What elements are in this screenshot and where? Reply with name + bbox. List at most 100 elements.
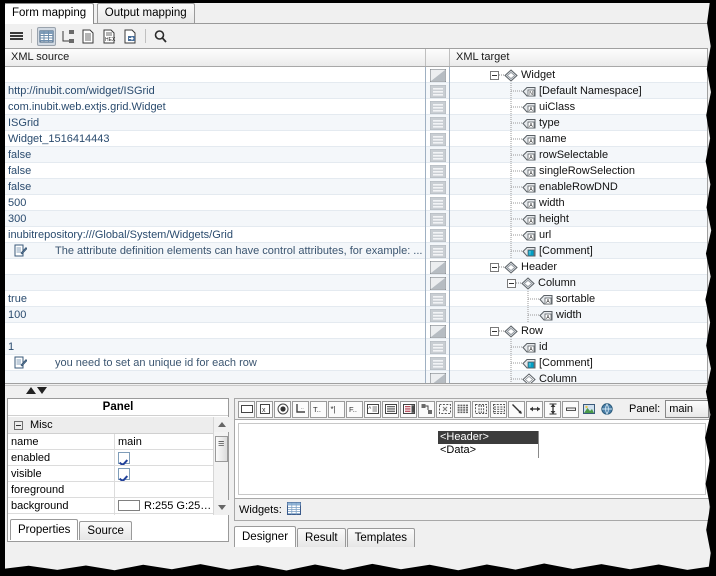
- source-cell[interactable]: false: [5, 179, 426, 195]
- mapping-marker-cell[interactable]: [426, 227, 450, 243]
- column-header-xml-target[interactable]: XML target: [450, 49, 707, 66]
- canvas-item[interactable]: <Header>: [438, 431, 538, 444]
- mapping-marker-cell[interactable]: [426, 275, 450, 291]
- mapping-marker-cell[interactable]: [426, 83, 450, 99]
- source-cell[interactable]: 100: [5, 307, 426, 323]
- property-row[interactable]: foreground: [8, 482, 214, 498]
- grid-row[interactable]: you need to set an unique id for each ro…: [5, 355, 707, 371]
- source-cell[interactable]: 500: [5, 195, 426, 211]
- grid-row[interactable]: ISGrid Atype: [5, 115, 707, 131]
- mapping-marker-cell[interactable]: [426, 371, 450, 383]
- rectangle-icon[interactable]: [238, 401, 255, 418]
- designer-tab-designer[interactable]: Designer: [234, 526, 296, 547]
- scroll-down-button[interactable]: [214, 500, 229, 515]
- source-cell[interactable]: Widget_1516414443: [5, 131, 426, 147]
- menu-icon[interactable]: [7, 27, 26, 46]
- target-cell[interactable]: Header: [450, 259, 707, 275]
- source-cell[interactable]: [5, 259, 426, 275]
- target-cell[interactable]: ![Comment]: [450, 243, 707, 259]
- target-cell[interactable]: Aheight: [450, 211, 707, 227]
- grid-row[interactable]: Widget: [5, 67, 707, 83]
- grid-row[interactable]: Column: [5, 275, 707, 291]
- mapping-marker-cell[interactable]: [426, 67, 450, 83]
- tab-form-mapping[interactable]: Form mapping: [4, 3, 94, 24]
- target-cell[interactable]: Aname: [450, 131, 707, 147]
- tree-collapse-icon[interactable]: [490, 263, 499, 272]
- properties-tab-properties[interactable]: Properties: [10, 519, 78, 540]
- columns-icon[interactable]: [472, 401, 489, 418]
- property-group-misc[interactable]: Misc: [8, 417, 214, 434]
- source-cell[interactable]: com.inubit.web.extjs.grid.Widget: [5, 99, 426, 115]
- source-cell[interactable]: you need to set an unique id for each ro…: [5, 355, 426, 371]
- label-list-icon[interactable]: A: [364, 401, 381, 418]
- target-cell[interactable]: ArowSelectable: [450, 147, 707, 163]
- select-region-icon[interactable]: [436, 401, 453, 418]
- designer-canvas-inner[interactable]: <Header><Data>: [238, 423, 706, 495]
- import-document-icon[interactable]: [121, 27, 140, 46]
- source-cell[interactable]: false: [5, 147, 426, 163]
- mapping-marker-cell[interactable]: [426, 179, 450, 195]
- mapping-marker-cell[interactable]: [426, 307, 450, 323]
- grid-row[interactable]: trueAsortable: [5, 291, 707, 307]
- globe-icon[interactable]: [598, 401, 615, 418]
- target-cell[interactable]: AuiClass: [450, 99, 707, 115]
- panel-selector-combo[interactable]: main: [665, 400, 709, 418]
- grid-row[interactable]: 300Aheight: [5, 211, 707, 227]
- mapping-marker-cell[interactable]: [426, 195, 450, 211]
- tree-collapse-icon[interactable]: [490, 71, 499, 80]
- text-field-icon[interactable]: T..: [310, 401, 327, 418]
- property-value[interactable]: [115, 450, 214, 465]
- target-cell[interactable]: Widget: [450, 67, 707, 83]
- checkbox-checked-icon[interactable]: [118, 452, 130, 464]
- mapping-marker-cell[interactable]: [426, 339, 450, 355]
- property-value[interactable]: [115, 482, 214, 497]
- property-row[interactable]: backgroundR:255 G:25…: [8, 498, 214, 514]
- source-cell[interactable]: false: [5, 163, 426, 179]
- mapping-marker-cell[interactable]: [426, 243, 450, 259]
- search-icon[interactable]: [151, 27, 170, 46]
- grid-row[interactable]: false ArowSelectable: [5, 147, 707, 163]
- flow-icon[interactable]: [418, 401, 435, 418]
- grid-row[interactable]: false AenableRowDND: [5, 179, 707, 195]
- image-icon[interactable]: [580, 401, 597, 418]
- table-icon[interactable]: [400, 401, 417, 418]
- table-view-icon[interactable]: [37, 27, 56, 46]
- mapping-marker-cell[interactable]: [426, 323, 450, 339]
- target-cell[interactable]: ![Comment]: [450, 355, 707, 371]
- grid-widget-icon[interactable]: [287, 502, 301, 518]
- source-cell[interactable]: true: [5, 291, 426, 307]
- splitter-grip[interactable]: [26, 387, 47, 394]
- target-cell[interactable]: AenableRowDND: [450, 179, 707, 195]
- vertical-resize-icon[interactable]: [544, 401, 561, 418]
- horizontal-resize-icon[interactable]: [526, 401, 543, 418]
- collapse-up-icon[interactable]: [26, 387, 36, 394]
- corner-icon[interactable]: ..: [292, 401, 309, 418]
- property-value[interactable]: R:255 G:25…: [115, 498, 214, 513]
- textarea-icon[interactable]: [382, 401, 399, 418]
- property-row[interactable]: visible: [8, 466, 214, 482]
- hex-document-icon[interactable]: HEX: [100, 27, 119, 46]
- grid-row[interactable]: http://inubit.com/widget/ISGridN[Default…: [5, 83, 707, 99]
- rows-icon[interactable]: [490, 401, 507, 418]
- mapping-marker-cell[interactable]: [426, 115, 450, 131]
- mapping-marker-cell[interactable]: [426, 259, 450, 275]
- source-cell[interactable]: ISGrid: [5, 115, 426, 131]
- target-cell[interactable]: Atype: [450, 115, 707, 131]
- property-row[interactable]: namemain: [8, 434, 214, 450]
- grid-dense-icon[interactable]: [454, 401, 471, 418]
- source-cell[interactable]: inubitrepository:///Global/System/Widget…: [5, 227, 426, 243]
- grid-row[interactable]: Widget_1516414443 Aname: [5, 131, 707, 147]
- target-cell[interactable]: Column: [450, 275, 707, 291]
- target-cell[interactable]: Column: [450, 371, 707, 383]
- formula-field-icon[interactable]: F..: [346, 401, 363, 418]
- source-cell[interactable]: [5, 275, 426, 291]
- mapping-marker-cell[interactable]: [426, 163, 450, 179]
- grid-row[interactable]: falseAsingleRowSelection: [5, 163, 707, 179]
- source-cell[interactable]: http://inubit.com/widget/ISGrid: [5, 83, 426, 99]
- mapping-marker-cell[interactable]: [426, 131, 450, 147]
- tree-collapse-icon[interactable]: [490, 327, 499, 336]
- tree-view-icon[interactable]: [58, 27, 77, 46]
- grid-row[interactable]: Header: [5, 259, 707, 275]
- group-collapse-icon[interactable]: [14, 421, 23, 430]
- divider-icon[interactable]: [562, 401, 579, 418]
